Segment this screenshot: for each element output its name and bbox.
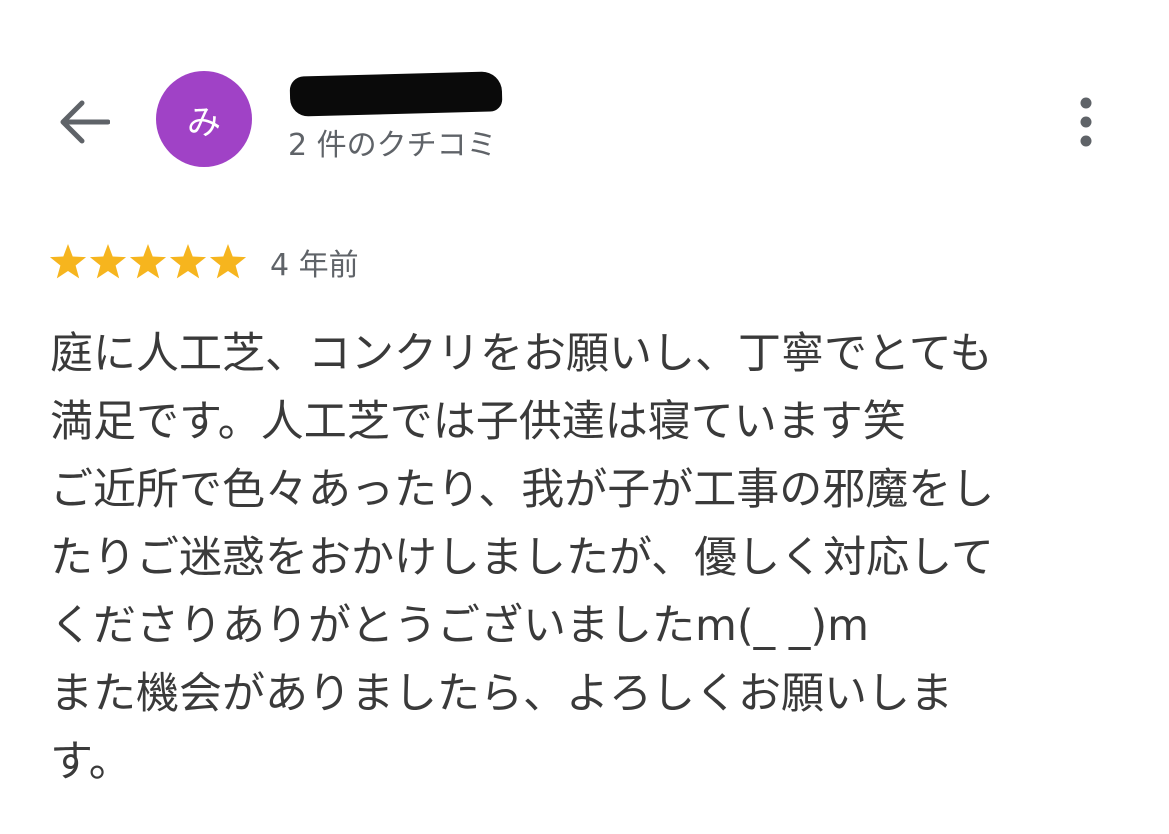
rating-row: 4 年前 [48,238,359,286]
review-line: くださりありがとうございましたm(_ _)m [50,601,869,651]
review-time: 4 年前 [270,248,359,283]
star-rating [48,242,248,282]
reviewer-name-redacted[interactable] [289,71,503,117]
reviewer-header: み 2 件のクチコミ [0,0,1169,200]
star-icon [89,244,127,279]
review-line: たりご迷惑をおかけしましたが、優しく対応して [50,533,994,583]
arrow-left-icon [60,100,110,144]
review-text: 庭に人工芝、コンクリをお願いし、丁寧でとても 満足です。人工芝では子供達は寝てい… [50,320,1130,796]
review-line: 庭に人工芝、コンクリをお願いし、丁寧でとても [50,329,993,379]
star-icon [49,244,87,279]
star-icon [169,244,207,279]
review-line: また機会がありましたら、よろしくお願いしま [50,669,953,719]
review-count: 2 件のクチコミ [288,128,497,163]
reviewer-avatar[interactable]: み [156,71,252,167]
more-vert-icon [1080,97,1092,147]
star-icon [209,244,247,279]
more-options-button[interactable] [1062,92,1110,152]
review-line: す。 [50,737,132,787]
star-icon [129,244,167,279]
back-button[interactable] [52,92,116,152]
review-line: ご近所で色々あったり、我が子が工事の邪魔をし [50,465,995,515]
review-line: 満足です。人工芝では子供達は寝ています笑 [50,397,906,447]
